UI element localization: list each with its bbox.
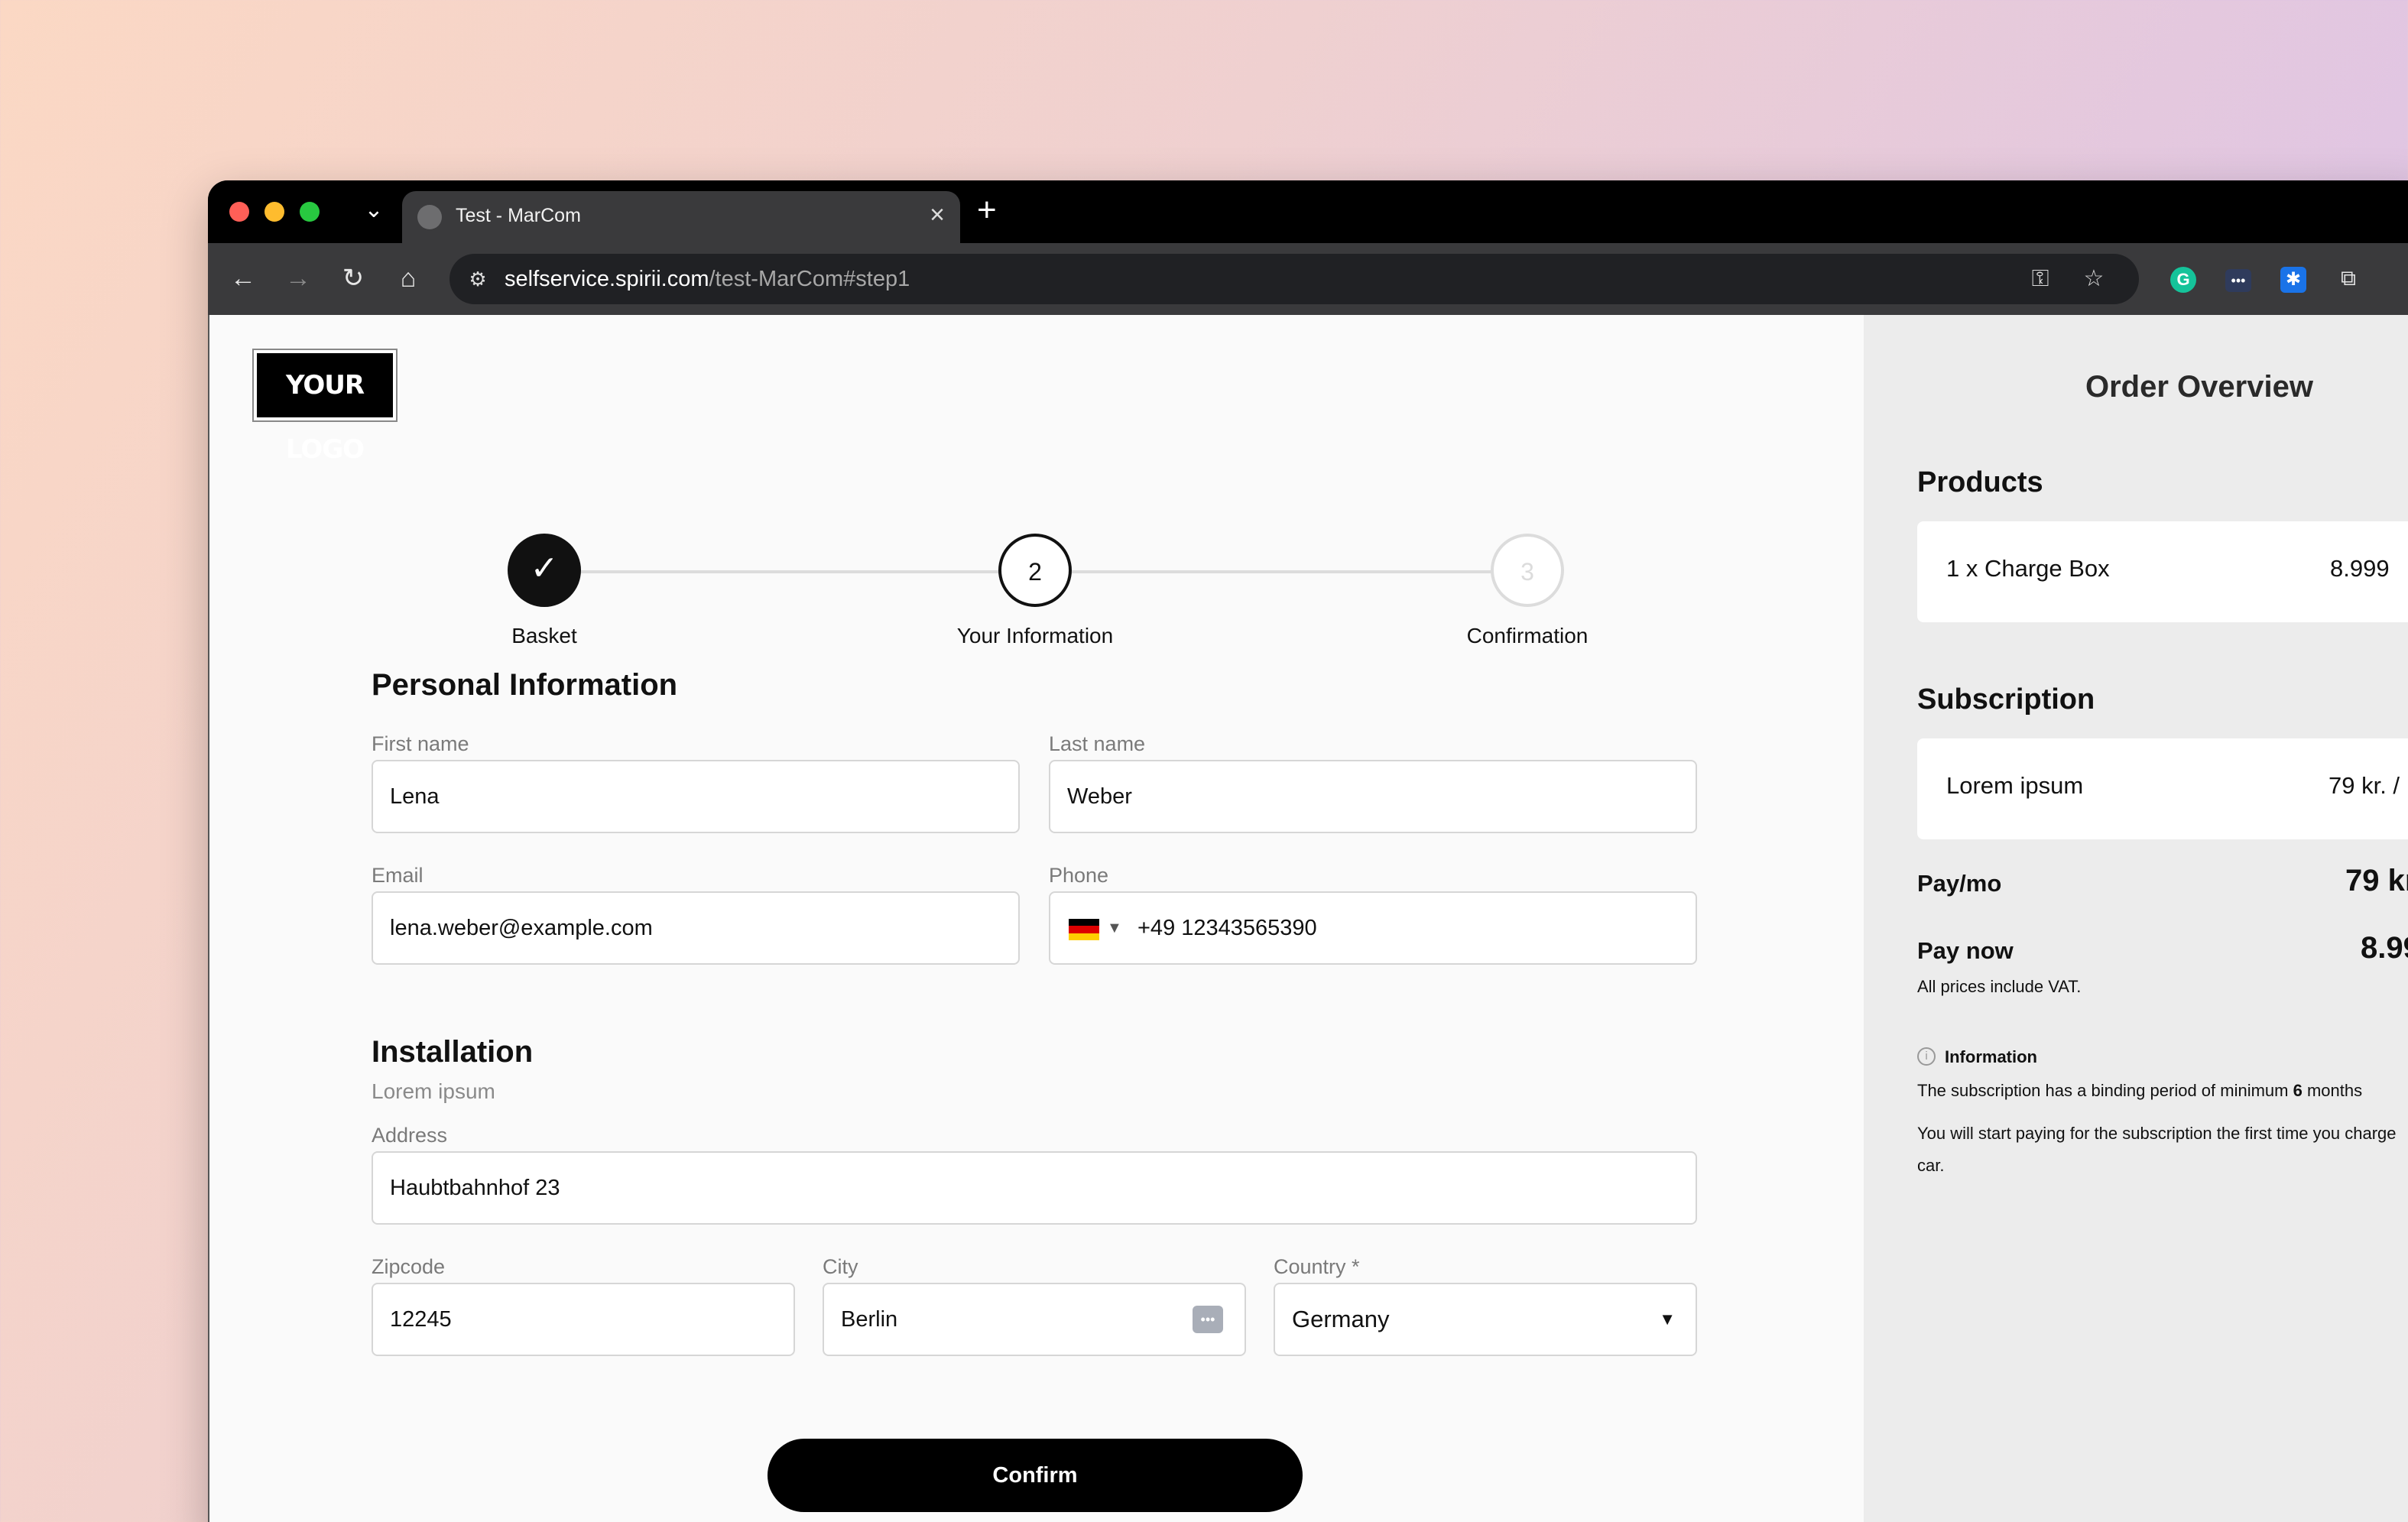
email-input[interactable]: lena.weber@example.com bbox=[372, 891, 1020, 965]
info-line1-pre: The subscription has a binding period of… bbox=[1917, 1081, 2293, 1100]
installation-subtitle: Lorem ipsum bbox=[372, 1079, 495, 1103]
last-name-label: Last name bbox=[1049, 732, 1146, 755]
last-name-input[interactable]: Weber bbox=[1049, 760, 1697, 833]
phone-input[interactable]: +49 12343565390 bbox=[1137, 893, 1317, 963]
pay-mo-value: 79 kr. bbox=[2345, 864, 2408, 897]
home-icon[interactable]: ⌂ bbox=[390, 260, 427, 297]
browser-window: ⌄ Test - MarCom × + ← → ↻ ⌂ ⚙ selfservic… bbox=[208, 180, 2408, 1522]
personal-info-heading: Personal Information bbox=[372, 668, 678, 702]
info-binding-period: The subscription has a binding period of… bbox=[1917, 1081, 2362, 1101]
info-line1-bold: 6 bbox=[2293, 1081, 2303, 1100]
product-card: 1 x Charge Box 8.999 bbox=[1917, 521, 2408, 622]
reload-icon[interactable]: ↻ bbox=[335, 260, 372, 297]
phone-label: Phone bbox=[1049, 864, 1109, 887]
zipcode-label: Zipcode bbox=[372, 1255, 446, 1278]
pay-now-value: 8.99 bbox=[2361, 931, 2408, 965]
extensions-puzzle-icon[interactable]: ⧉ bbox=[2330, 260, 2367, 297]
globe-icon bbox=[417, 205, 442, 229]
confirm-button[interactable]: Confirm bbox=[768, 1439, 1303, 1512]
subscription-card: Lorem ipsum 79 kr. / bbox=[1917, 738, 2408, 839]
step-confirmation-label: Confirmation bbox=[1466, 624, 1589, 647]
address-bar[interactable]: ⚙ selfservice.spirii.com/test-MarCom#ste… bbox=[449, 254, 2139, 304]
star-bookmark-icon[interactable]: ☆ bbox=[2078, 263, 2110, 295]
country-code-dropdown-icon[interactable]: ▼ bbox=[1107, 893, 1122, 963]
address-input[interactable]: Haubtbahnhof 23 bbox=[372, 1151, 1697, 1225]
germany-flag-icon[interactable] bbox=[1069, 919, 1099, 940]
step-your-information-label: Your Information bbox=[956, 624, 1114, 647]
url-text: selfservice.spirii.com/test-MarCom#step1 bbox=[505, 267, 910, 292]
tab-strip: ⌄ Test - MarCom × + bbox=[208, 180, 2408, 243]
step-basket-check-icon[interactable]: ✓ bbox=[508, 534, 581, 607]
city-input[interactable]: Berlin bbox=[841, 1307, 897, 1332]
info-icon: i bbox=[1917, 1047, 1936, 1066]
brand-logo: YOUR LOGO bbox=[252, 349, 398, 465]
products-heading: Products bbox=[1917, 466, 2043, 498]
email-label: Email bbox=[372, 864, 424, 887]
info-line1-post: months bbox=[2302, 1081, 2363, 1100]
order-overview-title: Order Overview bbox=[2085, 370, 2313, 404]
maximize-window-button[interactable] bbox=[300, 202, 320, 222]
country-select[interactable]: Germany ▼ bbox=[1274, 1283, 1697, 1356]
address-label: Address bbox=[372, 1124, 448, 1147]
autofill-dots-icon[interactable]: ••• bbox=[1193, 1306, 1223, 1333]
checkout-form-area: YOUR LOGO ✓ Basket 2 Your Information 3 … bbox=[209, 315, 1864, 1522]
city-label: City bbox=[823, 1255, 858, 1278]
info-heading: Information bbox=[1945, 1047, 2037, 1066]
tab-search-chevron-icon[interactable]: ⌄ bbox=[358, 194, 390, 226]
country-select-value: Germany bbox=[1292, 1306, 1390, 1332]
info-line2: You will start paying for the subscripti… bbox=[1917, 1124, 2397, 1143]
new-tab-plus-icon[interactable]: + bbox=[977, 191, 997, 229]
info-line3: car. bbox=[1917, 1156, 1945, 1175]
url-host: selfservice.spirii.com bbox=[505, 267, 709, 291]
pay-mo-label: Pay/mo bbox=[1917, 870, 2002, 897]
browser-toolbar: ← → ↻ ⌂ ⚙ selfservice.spirii.com/test-Ma… bbox=[208, 243, 2408, 315]
subscription-heading: Subscription bbox=[1917, 683, 2095, 716]
first-name-label: First name bbox=[372, 732, 469, 755]
product-name: 1 x Charge Box bbox=[1946, 555, 2110, 582]
grammarly-extension-icon[interactable]: G bbox=[2165, 260, 2202, 297]
browser-tab[interactable]: Test - MarCom × bbox=[402, 191, 960, 243]
chevron-down-icon: ▼ bbox=[1659, 1309, 1676, 1329]
step-2-circle[interactable]: 2 bbox=[998, 534, 1072, 607]
subscription-price: 79 kr. / bbox=[2328, 772, 2400, 799]
zipcode-input[interactable]: 12245 bbox=[372, 1283, 795, 1356]
gear-extension-icon[interactable]: ✱ bbox=[2275, 260, 2312, 297]
logo-text: YOUR LOGO bbox=[257, 353, 393, 465]
pay-now-label: Pay now bbox=[1917, 937, 2014, 964]
forward-arrow-icon[interactable]: → bbox=[280, 260, 316, 297]
minimize-window-button[interactable] bbox=[264, 202, 284, 222]
url-path: /test-MarCom#step1 bbox=[709, 267, 910, 291]
key-icon[interactable]: ⚿ bbox=[2024, 263, 2056, 295]
phone-input-wrapper: ▼ +49 12343565390 bbox=[1049, 891, 1697, 965]
country-label: Country * bbox=[1274, 1255, 1360, 1278]
first-name-input[interactable]: Lena bbox=[372, 760, 1020, 833]
password-manager-extension-icon[interactable]: ••• bbox=[2220, 260, 2257, 297]
back-arrow-icon[interactable]: ← bbox=[225, 260, 261, 297]
city-input-wrapper: Berlin ••• bbox=[823, 1283, 1246, 1356]
step-3-circle[interactable]: 3 bbox=[1491, 534, 1564, 607]
page-content: YOUR LOGO ✓ Basket 2 Your Information 3 … bbox=[209, 315, 2408, 1522]
vat-note: All prices include VAT. bbox=[1917, 977, 2082, 996]
installation-heading: Installation bbox=[372, 1035, 534, 1069]
site-settings-icon[interactable]: ⚙ bbox=[463, 264, 492, 294]
close-tab-icon[interactable]: × bbox=[930, 200, 945, 230]
order-overview-sidebar: Order Overview Products 1 x Charge Box 8… bbox=[1864, 315, 2408, 1522]
subscription-name: Lorem ipsum bbox=[1946, 772, 2084, 799]
tab-title: Test - MarCom bbox=[456, 205, 581, 226]
step-basket-label: Basket bbox=[511, 624, 577, 647]
product-price: 8.999 bbox=[2330, 555, 2390, 582]
close-window-button[interactable] bbox=[229, 202, 249, 222]
